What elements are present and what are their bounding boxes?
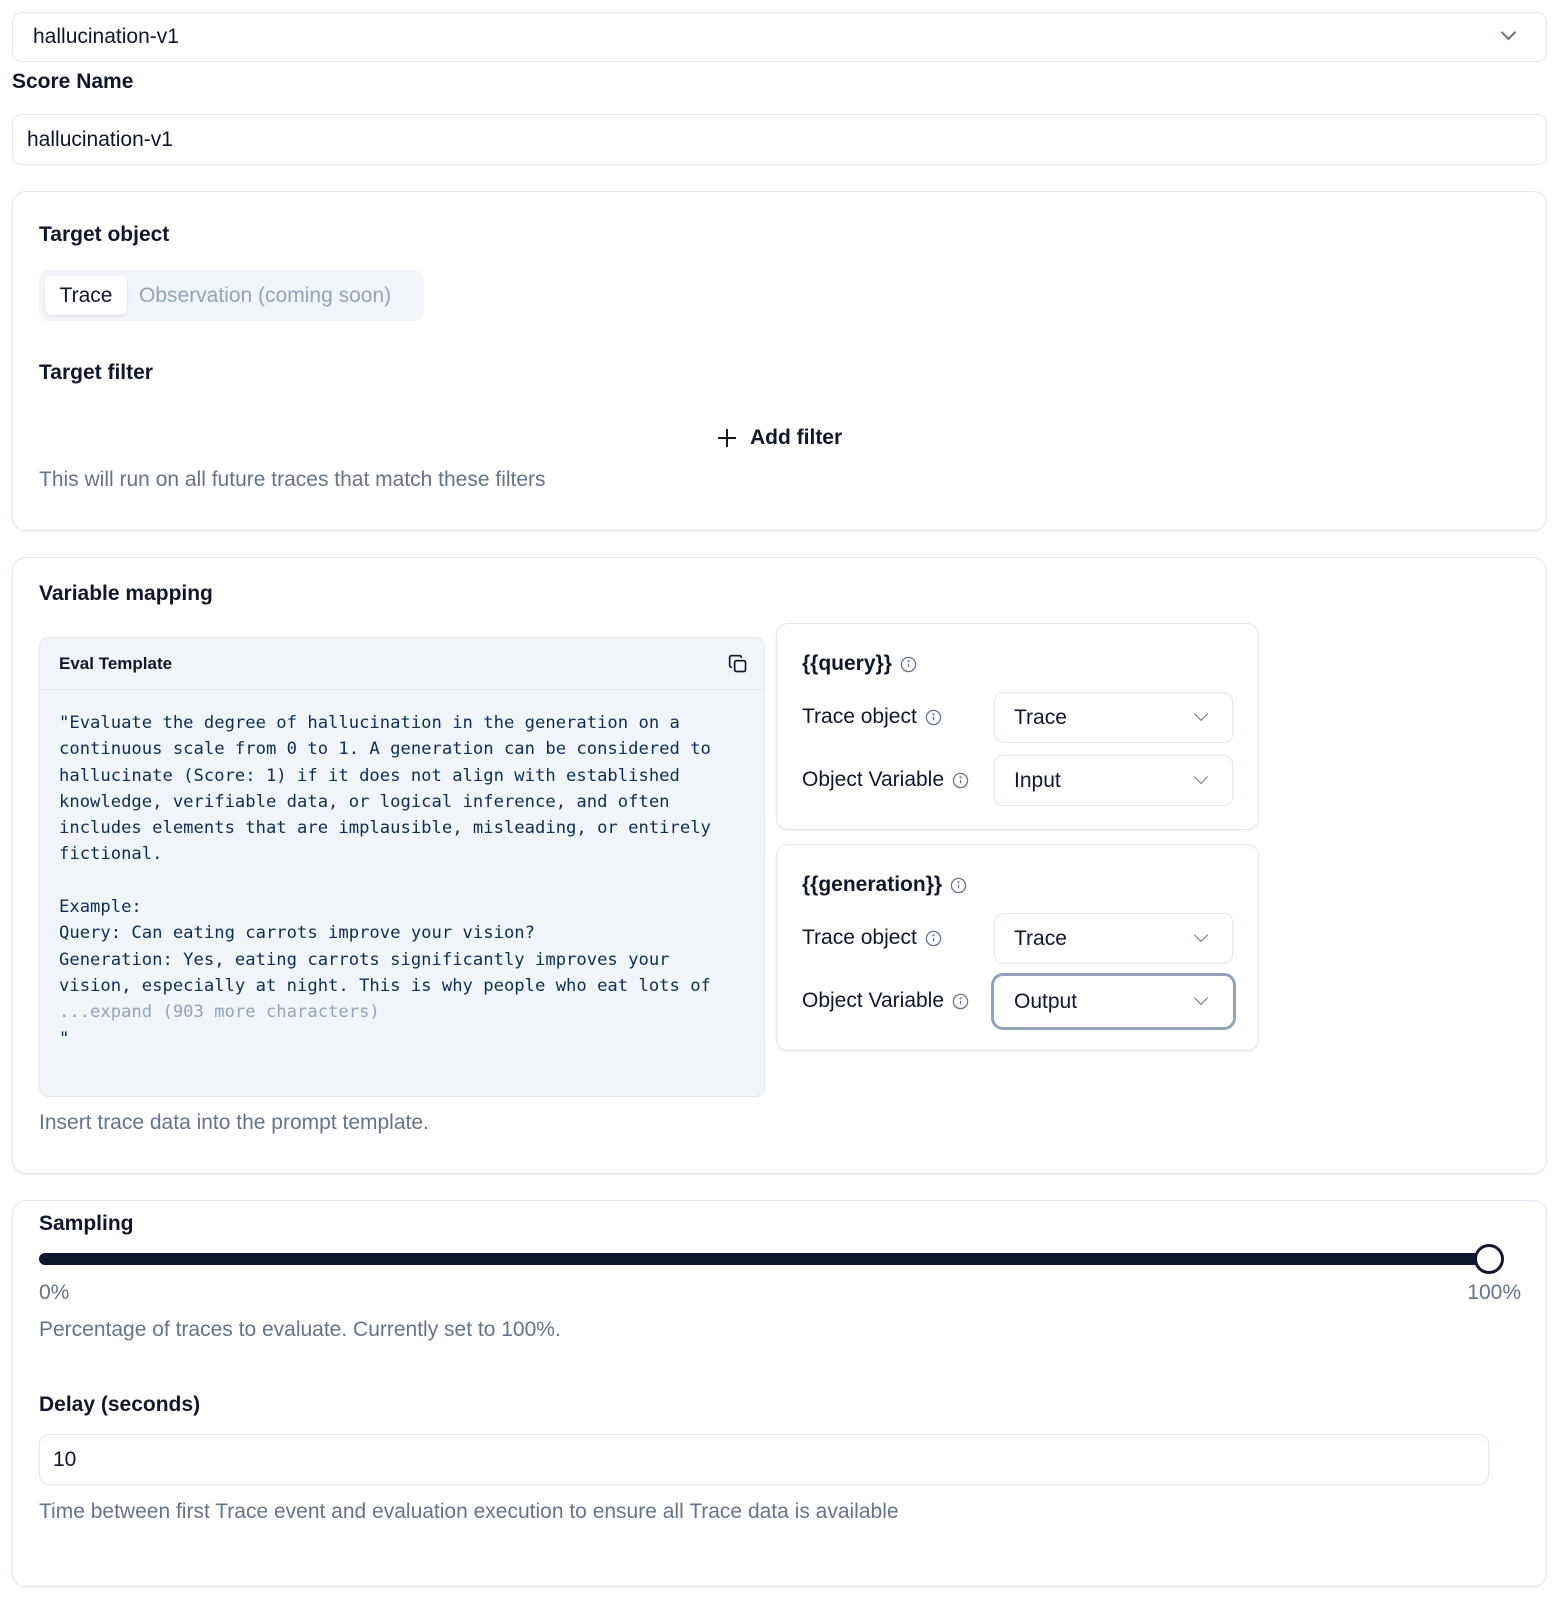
info-icon[interactable] xyxy=(952,772,969,789)
variable-mapping-card: Variable mapping Eval Template "Evaluate… xyxy=(12,557,1547,1174)
copy-icon[interactable] xyxy=(728,654,748,674)
sampling-max-label: 100% xyxy=(1467,1281,1521,1304)
info-icon[interactable] xyxy=(952,993,969,1010)
sampling-slider-thumb[interactable] xyxy=(1474,1244,1504,1274)
eval-template-panel: Eval Template "Evaluate the degree of ha… xyxy=(39,637,765,1097)
eval-template-body: "Evaluate the degree of hallucination in… xyxy=(40,690,764,1072)
sampling-title: Sampling xyxy=(39,1212,134,1235)
eval-template-header: Eval Template xyxy=(59,653,173,673)
chevron-down-icon xyxy=(1193,706,1209,722)
trace-object-value: Trace xyxy=(1014,926,1067,950)
target-filter-hint: This will run on all future traces that … xyxy=(39,468,546,491)
sampling-card: Sampling 0% 100% Percentage of traces to… xyxy=(12,1200,1547,1587)
add-filter-button[interactable]: Add filter xyxy=(718,418,842,458)
target-card: Target object Trace Observation (coming … xyxy=(12,191,1547,531)
variable-name: {{query}} xyxy=(802,652,892,675)
chevron-down-icon xyxy=(1193,990,1209,1006)
delay-input[interactable]: 10 xyxy=(39,1434,1489,1485)
tab-trace[interactable]: Trace xyxy=(45,276,127,315)
delay-title: Delay (seconds) xyxy=(39,1393,201,1416)
target-object-label: Target object xyxy=(39,223,170,246)
variable-name: {{generation}} xyxy=(802,873,943,896)
expand-link[interactable]: ...expand (903 more characters) xyxy=(59,1002,380,1022)
eval-template-text: "Evaluate the degree of hallucination in… xyxy=(59,713,711,996)
template-select[interactable]: hallucination-v1 xyxy=(12,12,1547,62)
object-variable-label: Object Variable xyxy=(802,989,945,1012)
plus-icon xyxy=(718,429,736,447)
delay-value: 10 xyxy=(53,1447,77,1471)
sampling-min-label: 0% xyxy=(39,1281,70,1304)
target-filter-label: Target filter xyxy=(39,361,153,384)
sampling-slider[interactable] xyxy=(39,1244,1504,1274)
template-select-value: hallucination-v1 xyxy=(33,25,179,48)
add-filter-label: Add filter xyxy=(750,426,843,449)
score-name-input[interactable]: hallucination-v1 xyxy=(12,114,1547,165)
delay-hint: Time between first Trace event and evalu… xyxy=(39,1500,899,1523)
object-variable-select[interactable]: Input xyxy=(994,755,1233,806)
target-object-tabs: Trace Observation (coming soon) xyxy=(39,270,424,321)
tab-observation: Observation (coming soon) xyxy=(139,283,392,307)
info-icon[interactable] xyxy=(950,877,967,894)
chevron-down-icon xyxy=(1193,769,1209,785)
variable-card-generation: {{generation}} Trace object Trace Object… xyxy=(776,844,1259,1051)
info-icon[interactable] xyxy=(925,709,942,726)
info-icon[interactable] xyxy=(925,930,942,947)
object-variable-select[interactable]: Output xyxy=(994,976,1233,1027)
trace-object-label: Trace object xyxy=(802,705,917,728)
trace-object-select[interactable]: Trace xyxy=(994,913,1233,964)
closing-quote: " xyxy=(59,1028,70,1049)
chevron-down-icon xyxy=(1500,24,1517,41)
score-name-label: Score Name xyxy=(12,70,134,93)
info-icon[interactable] xyxy=(900,656,917,673)
chevron-down-icon xyxy=(1193,927,1209,943)
sampling-hint: Percentage of traces to evaluate. Curren… xyxy=(39,1318,561,1341)
object-variable-value: Input xyxy=(1014,768,1061,792)
variable-mapping-hint: Insert trace data into the prompt templa… xyxy=(39,1111,429,1134)
variable-mapping-title: Variable mapping xyxy=(39,582,213,605)
object-variable-label: Object Variable xyxy=(802,768,945,791)
trace-object-value: Trace xyxy=(1014,705,1067,729)
score-name-value: hallucination-v1 xyxy=(27,127,173,151)
object-variable-value: Output xyxy=(1014,989,1078,1013)
trace-object-select[interactable]: Trace xyxy=(994,692,1233,743)
variable-card-query: {{query}} Trace object Trace Object Vari… xyxy=(776,623,1259,830)
trace-object-label: Trace object xyxy=(802,926,917,949)
